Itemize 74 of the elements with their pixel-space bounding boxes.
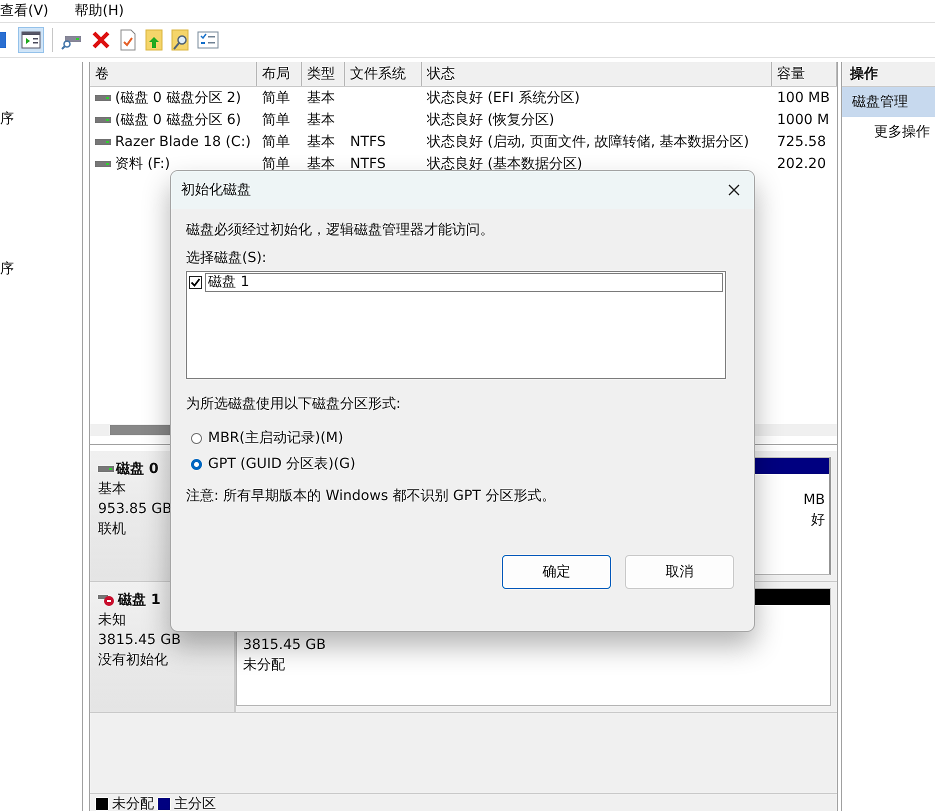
cancel-button[interactable]: 取消 bbox=[625, 555, 734, 589]
table-cell: NTFS bbox=[350, 156, 386, 172]
column-header[interactable]: 布局 bbox=[257, 62, 302, 86]
table-cell: 基本 bbox=[307, 111, 335, 129]
table-cell: 状态良好 (恢复分区) bbox=[427, 111, 554, 129]
radio-label[interactable]: MBR(主启动记录)(M) bbox=[208, 429, 344, 447]
folder-search-icon[interactable] bbox=[171, 29, 189, 51]
legend-label: 主分区 bbox=[174, 795, 216, 811]
dialog-message: 磁盘必须经过初始化，逻辑磁盘管理器才能访问。 bbox=[186, 221, 495, 239]
table-cell: 基本 bbox=[307, 89, 335, 107]
drive-icon bbox=[98, 466, 114, 472]
disk-size: 3815.45 GB bbox=[98, 631, 181, 650]
table-cell: 1000 M bbox=[777, 112, 830, 128]
action-item[interactable]: 更多操作 bbox=[842, 117, 935, 147]
table-cell: 简单 bbox=[262, 133, 290, 151]
column-header[interactable]: 卷 bbox=[90, 62, 257, 86]
table-cell: (磁盘 0 磁盘分区 6) bbox=[115, 111, 242, 129]
column-header[interactable]: 容量 bbox=[772, 62, 837, 86]
table-cell: 资料 (F:) bbox=[115, 155, 170, 173]
radio-button[interactable] bbox=[191, 432, 202, 444]
check-document-icon[interactable] bbox=[119, 29, 137, 51]
drive-icon bbox=[95, 117, 111, 123]
partition-size: 3815.45 GB bbox=[243, 636, 327, 655]
table-cell: 状态良好 (启动, 页面文件, 故障转储, 基本数据分区) bbox=[427, 133, 750, 151]
table-cell: Razer Blade 18 (C:) bbox=[115, 134, 251, 150]
folder-up-icon[interactable] bbox=[145, 29, 163, 51]
list-item[interactable]: 磁盘 1 bbox=[205, 273, 723, 292]
table-cell: 状态良好 (EFI 系统分区) bbox=[427, 89, 580, 107]
disk-type: 未知 bbox=[98, 611, 126, 630]
disk-name: 磁盘 0 bbox=[116, 460, 159, 479]
disk-name: 磁盘 1 bbox=[118, 591, 161, 610]
column-header[interactable]: 类型 bbox=[302, 62, 345, 86]
checkbox[interactable] bbox=[189, 276, 202, 289]
disk-type: 基本 bbox=[98, 480, 126, 499]
close-icon[interactable] bbox=[728, 184, 740, 196]
table-cell: 基本 bbox=[307, 155, 335, 173]
column-header[interactable]: 文件系统 bbox=[345, 62, 422, 86]
menu-item[interactable]: 查看(V) bbox=[0, 2, 49, 20]
partition-label: 好 bbox=[811, 511, 825, 530]
tree-item[interactable]: 序 bbox=[0, 260, 82, 278]
field-label: 选择磁盘(S): bbox=[186, 249, 268, 267]
tree-item[interactable]: 序 bbox=[0, 110, 82, 128]
legend-label: 未分配 bbox=[112, 795, 154, 811]
ok-button[interactable]: 确定 bbox=[502, 555, 611, 589]
properties-icon[interactable] bbox=[197, 31, 219, 49]
table-cell: 100 MB bbox=[777, 90, 830, 106]
drive-icon bbox=[95, 139, 111, 145]
table-cell: 简单 bbox=[262, 155, 290, 173]
section-label: 为所选磁盘使用以下磁盘分区形式: bbox=[186, 395, 402, 413]
table-cell: 725.58 bbox=[777, 134, 826, 150]
partition-label: 未分配 bbox=[243, 656, 286, 675]
menu-item[interactable]: 帮助(H) bbox=[74, 2, 124, 20]
table-cell: (磁盘 0 磁盘分区 2) bbox=[115, 89, 242, 107]
table-cell: 简单 bbox=[262, 111, 290, 129]
table-cell: 状态良好 (基本数据分区) bbox=[427, 155, 582, 173]
delete-icon[interactable] bbox=[91, 30, 111, 50]
column-header[interactable]: 状态 bbox=[422, 62, 772, 86]
radio-button[interactable] bbox=[191, 458, 202, 470]
table-cell: 202.20 bbox=[777, 156, 826, 172]
disk-list[interactable]: 磁盘 1 bbox=[186, 271, 726, 379]
drive-icon bbox=[95, 161, 111, 167]
dialog-title: 初始化磁盘 bbox=[181, 181, 251, 199]
disk-status: 联机 bbox=[98, 520, 126, 539]
actions-header: 操作 bbox=[842, 62, 935, 87]
table-cell: 基本 bbox=[307, 133, 335, 151]
disk-size: 953.85 GB bbox=[98, 500, 172, 519]
drive-error-icon bbox=[98, 593, 116, 607]
partition-size: MB bbox=[803, 491, 825, 510]
action-item[interactable]: 磁盘管理 bbox=[842, 87, 935, 117]
drive-icon bbox=[95, 95, 111, 101]
disk-status: 没有初始化 bbox=[98, 651, 168, 670]
table-cell: NTFS bbox=[350, 134, 386, 150]
table-cell: 简单 bbox=[262, 89, 290, 107]
console-view-icon[interactable] bbox=[18, 27, 44, 53]
